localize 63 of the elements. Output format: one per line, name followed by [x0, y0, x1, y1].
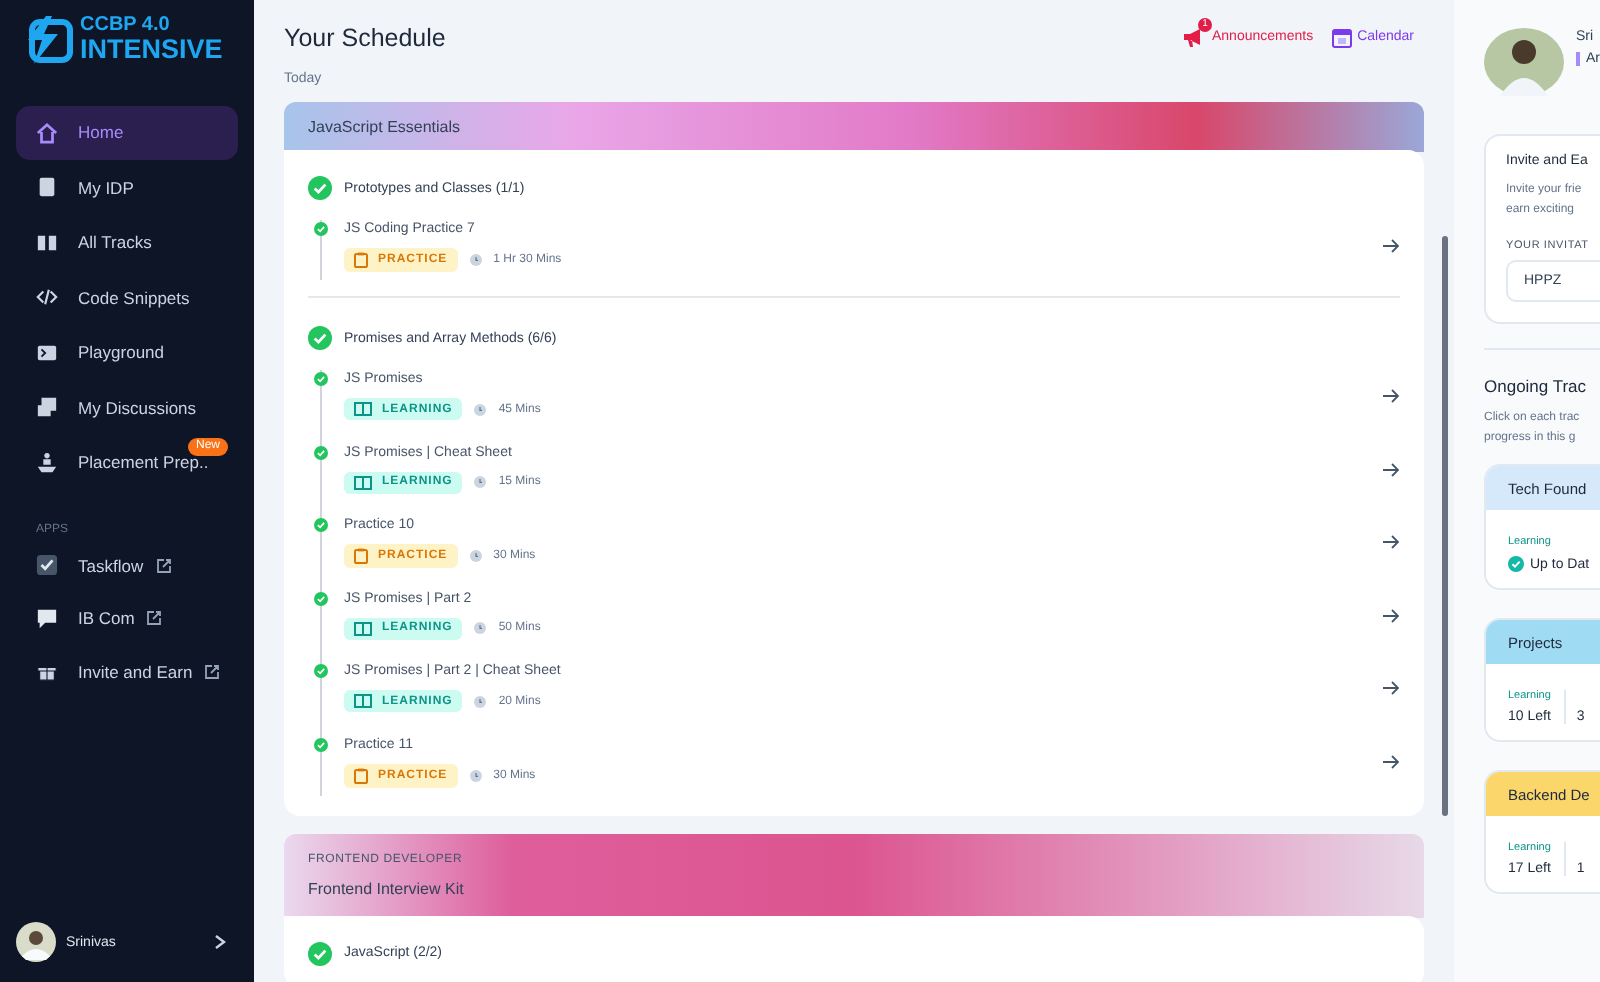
checkbox-icon — [36, 554, 58, 577]
arrow-right-icon — [1382, 534, 1400, 550]
arrow-right-icon — [1382, 461, 1400, 477]
nav-item[interactable]: My Discussions — [16, 381, 238, 434]
nav-label: Playground — [78, 342, 165, 363]
nav-label: Code Snippets — [78, 287, 190, 308]
page-title: Your Schedule — [284, 22, 446, 54]
app-link[interactable]: Taskflow — [16, 539, 238, 592]
arrow-right-icon — [1382, 238, 1400, 254]
external-link-icon — [146, 610, 163, 627]
nav-item[interactable]: Playground — [16, 326, 238, 379]
chat-icon — [36, 396, 58, 419]
nav-item[interactable]: My IDP — [16, 161, 238, 214]
arrow-right-icon — [1382, 753, 1400, 769]
clock-icon — [469, 550, 482, 562]
person-icon — [36, 451, 58, 474]
nav-label: My IDP — [78, 177, 134, 198]
clipboard-icon — [354, 767, 368, 783]
nav-item[interactable]: Code Snippets — [16, 271, 238, 324]
external-link-icon — [155, 557, 172, 574]
book-icon — [36, 231, 58, 254]
nav-label: Placement Prep.. — [78, 452, 209, 473]
clock-icon — [474, 622, 487, 634]
check-circle-icon — [1508, 556, 1524, 572]
avatar-icon — [1484, 28, 1564, 96]
clock-icon — [474, 476, 487, 488]
lightning-logo-icon — [22, 16, 74, 64]
logo-title: INTENSIVE — [80, 36, 223, 64]
nav-item[interactable]: Home — [16, 106, 238, 159]
clipboard-icon — [354, 548, 368, 564]
nav-label: My Discussions — [78, 397, 197, 418]
megaphone-icon — [1181, 26, 1206, 48]
nav-label: All Tracks — [78, 232, 152, 253]
book-icon — [354, 694, 372, 708]
track-name: Frontend Interview Kit — [308, 879, 466, 897]
external-link-icon — [204, 663, 221, 680]
nav-item[interactable]: All Tracks — [16, 216, 238, 269]
calendar-icon — [1331, 27, 1352, 47]
chevron-right-icon — [214, 934, 226, 950]
arrow-right-icon — [1382, 680, 1400, 696]
app-link[interactable]: Invite and Earn — [16, 645, 238, 698]
avatar-icon — [16, 922, 56, 962]
chat-icon — [36, 607, 58, 630]
clock-icon — [469, 254, 482, 266]
terminal-icon — [36, 341, 58, 364]
book-icon — [354, 475, 372, 489]
clock-icon — [474, 403, 487, 415]
logo-version: CCBP 4.0 — [80, 16, 172, 37]
book-icon — [354, 621, 372, 635]
clock-icon — [474, 695, 487, 707]
home-icon — [36, 121, 58, 144]
app-link[interactable]: IB Com — [16, 592, 238, 645]
arrow-right-icon — [1382, 607, 1400, 623]
section-title: Ongoing Trac — [1484, 376, 1589, 396]
arrow-right-icon — [1382, 388, 1400, 404]
track-name: JavaScript Essentials — [308, 118, 463, 136]
clock-icon — [469, 769, 482, 781]
scrollbar[interactable] — [1442, 236, 1448, 816]
nav-label: Home — [78, 122, 124, 143]
document-icon — [36, 176, 58, 199]
code-icon — [36, 286, 58, 309]
clipboard-icon — [354, 252, 368, 268]
book-icon — [354, 402, 372, 416]
